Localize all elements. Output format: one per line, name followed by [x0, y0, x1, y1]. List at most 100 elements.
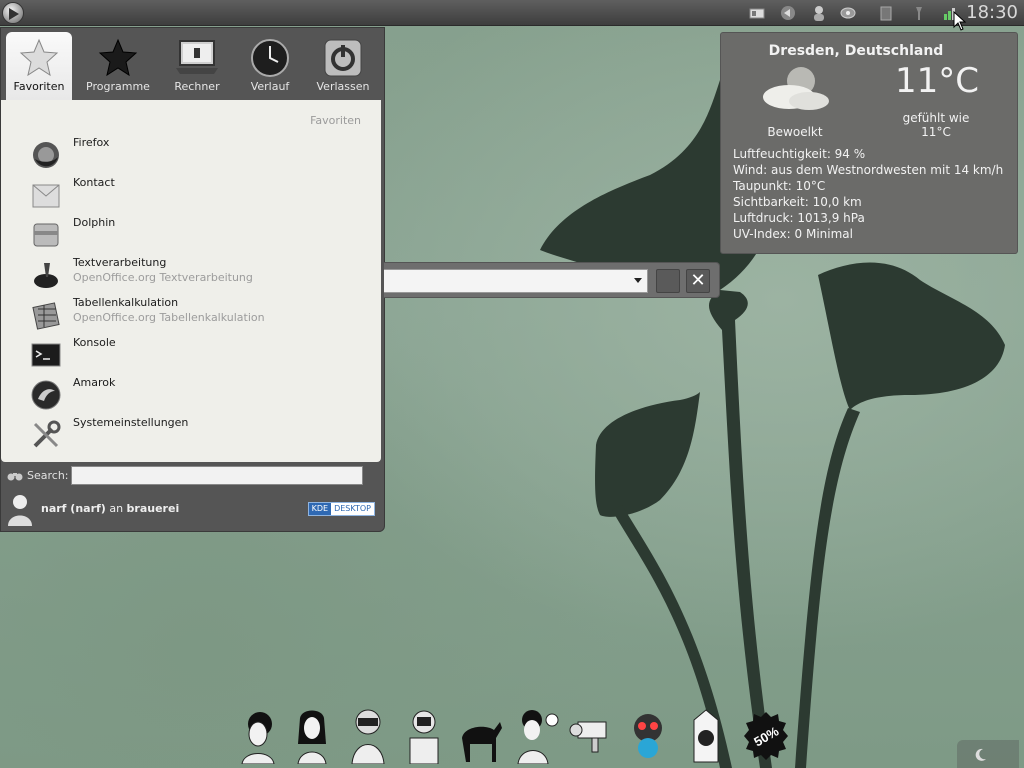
- tab-label: Verlauf: [250, 80, 290, 93]
- search-row: Search:: [1, 466, 381, 488]
- weather-details: Luftfeuchtigkeit: 94 % Wind: aus dem Wes…: [733, 146, 1003, 242]
- feels-like-label: gefühlt wie: [902, 111, 970, 125]
- media-previous-icon[interactable]: [780, 5, 796, 21]
- krunner-bar: ✕: [384, 262, 720, 298]
- flashlight-icon[interactable]: [911, 5, 927, 21]
- writer-icon: [34, 263, 58, 288]
- cloudy-icon: [763, 67, 829, 110]
- tab-label: Favoriten: [13, 80, 65, 93]
- mouse-cursor-icon: [953, 11, 967, 31]
- amarok-icon: [31, 380, 61, 410]
- favorite-subtitle: OpenOffice.org Tabellenkalkulation: [73, 311, 265, 324]
- network-icon[interactable]: [840, 5, 856, 21]
- tab-rechner[interactable]: Rechner: [164, 32, 230, 100]
- application-dock: 50%: [230, 708, 795, 766]
- favorite-item-konsole[interactable]: Konsole: [26, 336, 356, 374]
- close-button[interactable]: ✕: [686, 269, 710, 293]
- tab-verlauf[interactable]: Verlauf: [237, 32, 303, 100]
- host-name: brauerei: [126, 502, 180, 515]
- avatar-woman-1-icon[interactable]: [234, 708, 282, 764]
- favorite-title: Konsole: [73, 336, 116, 349]
- top-panel: 18:30: [0, 0, 1024, 26]
- firefox-icon: [33, 142, 59, 168]
- favorites-pane: Favoriten Firefox Kontact Dolphin Textve…: [1, 100, 381, 462]
- moon-icon: [975, 748, 986, 761]
- laptop-icon: [176, 40, 218, 74]
- kickoff-launcher-button[interactable]: [2, 2, 24, 24]
- kde-badge-label: KDE: [308, 503, 332, 515]
- favorite-item-kontact[interactable]: Kontact: [26, 176, 356, 214]
- calc-icon: [32, 302, 60, 330]
- settings-icon: [33, 420, 61, 448]
- kde-desktop-badge: KDE DESKTOP: [307, 502, 375, 516]
- humidity: Luftfeuchtigkeit: 94 %: [733, 147, 866, 161]
- favorite-item-systemeinstellungen[interactable]: Systemeinstellungen: [26, 416, 356, 454]
- window-list-icon[interactable]: [749, 5, 765, 21]
- favorite-item-tabellenkalkulation[interactable]: Tabellenkalkulation OpenOffice.org Tabel…: [26, 296, 356, 334]
- tab-label: Verlassen: [316, 80, 370, 93]
- krunner-options-button[interactable]: [656, 269, 680, 293]
- monkey-icon[interactable]: [624, 708, 672, 764]
- favorite-title: Tabellenkalkulation: [73, 296, 179, 309]
- tab-label: Programme: [86, 80, 150, 93]
- search-label: Search:: [27, 469, 69, 482]
- user-row: narf (narf) an brauerei KDE DESKTOP: [1, 490, 381, 530]
- deer-icon[interactable]: [456, 708, 504, 764]
- user-info: narf (narf) an brauerei: [41, 502, 179, 515]
- power-icon: [324, 39, 362, 77]
- user-icon[interactable]: [811, 5, 827, 21]
- dew-point: Taupunkt: 10°C: [733, 179, 826, 193]
- weather-condition: Bewoelkt: [767, 125, 823, 139]
- favorite-subtitle: OpenOffice.org Textverarbeitung: [73, 271, 253, 284]
- favorite-title: Systemeinstellungen: [73, 416, 189, 429]
- favorite-item-amarok[interactable]: Amarok: [26, 376, 356, 414]
- kontact-icon: [32, 184, 60, 208]
- tab-verlassen[interactable]: Verlassen: [310, 32, 376, 100]
- pirate-girl-icon[interactable]: [512, 708, 560, 764]
- favorite-item-firefox[interactable]: Firefox: [26, 136, 356, 174]
- feels-like-value: 11°C: [921, 125, 951, 139]
- dolphin-icon: [33, 223, 59, 247]
- notes-icon[interactable]: [878, 5, 894, 21]
- tab-programme[interactable]: Programme: [84, 32, 152, 100]
- sale-badge-icon[interactable]: 50%: [742, 708, 790, 764]
- milk-carton-icon[interactable]: [682, 708, 730, 764]
- favorite-item-dolphin[interactable]: Dolphin: [26, 216, 356, 254]
- wind: Wind: aus dem Westnordwesten mit 14 km/h: [733, 163, 1004, 177]
- astronaut-icon[interactable]: [344, 708, 392, 764]
- favorite-title: Dolphin: [73, 216, 116, 229]
- tab-favoriten[interactable]: Favoriten: [6, 32, 72, 100]
- star-icon: [19, 38, 59, 77]
- search-input[interactable]: [71, 466, 363, 485]
- clock-icon: [251, 39, 289, 77]
- favorite-title: Firefox: [73, 136, 110, 149]
- krunner-input[interactable]: [384, 269, 648, 293]
- camera-icon[interactable]: [568, 708, 616, 764]
- kickoff-menu: Favoriten Programme Rechner Verlauf Verl…: [0, 27, 385, 532]
- robot-icon[interactable]: [400, 708, 448, 764]
- weather-city: Dresden, Deutschland: [768, 43, 944, 59]
- favorite-item-textverarbeitung[interactable]: Textverarbeitung OpenOffice.org Textvera…: [26, 256, 356, 294]
- binoculars-icon: [7, 473, 23, 481]
- user-name: narf (narf): [41, 502, 106, 515]
- pressure: Luftdruck: 1013,9 hPa: [733, 211, 865, 225]
- visibility: Sichtbarkeit: 10,0 km: [733, 195, 862, 209]
- black-star-icon: [98, 38, 138, 77]
- weather-widget: Dresden, Deutschland Bewoelkt 11°C gefüh…: [720, 32, 1018, 254]
- favorite-title: Amarok: [73, 376, 116, 389]
- desktop-badge-label: DESKTOP: [334, 504, 371, 513]
- tab-label: Rechner: [174, 80, 220, 93]
- user-joiner: an: [109, 502, 124, 515]
- chevron-down-icon[interactable]: [634, 278, 642, 283]
- terminal-icon: [31, 343, 61, 367]
- favorites-heading: Favoriten: [310, 114, 361, 127]
- weather-feels-like: gefühlt wie 11°C: [871, 111, 1001, 139]
- user-avatar-icon: [8, 495, 32, 526]
- weather-temperature: 11°C: [894, 61, 979, 101]
- play-icon: [9, 8, 19, 20]
- favorite-title: Textverarbeitung: [73, 256, 167, 269]
- avatar-woman-2-icon[interactable]: [288, 708, 336, 764]
- desktop-toolbox-button[interactable]: [957, 740, 1019, 768]
- clock[interactable]: 18:30: [966, 2, 1018, 23]
- uv-index: UV-Index: 0 Minimal: [733, 227, 853, 241]
